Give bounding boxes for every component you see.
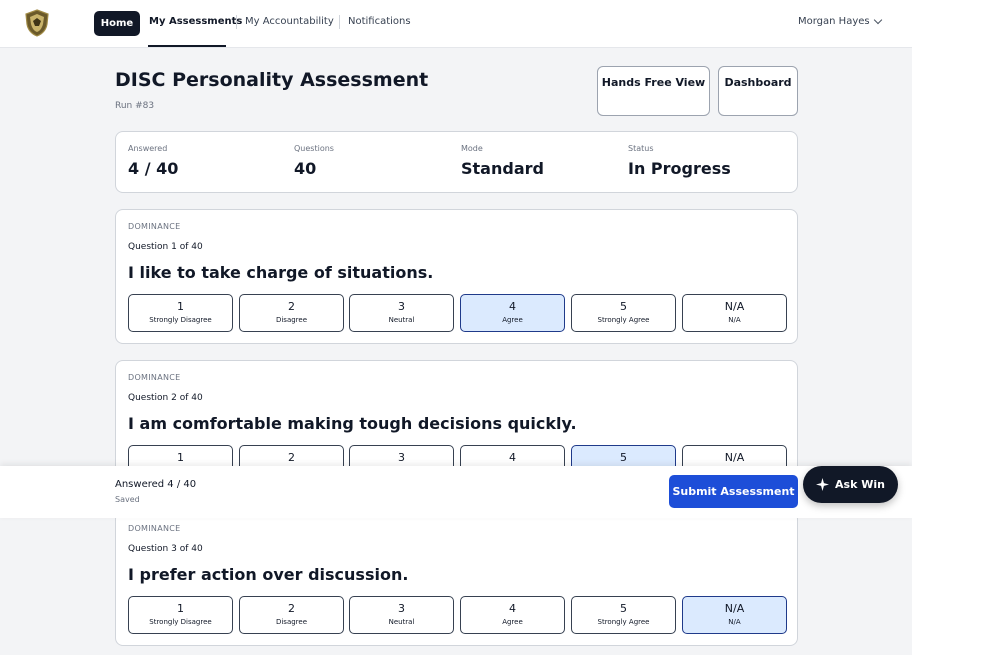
sticky-footer: Answered 4 / 40 Saved Submit Assessment (0, 466, 912, 518)
option-value: 3 (398, 602, 405, 615)
nav-notifications[interactable]: Notifications (348, 16, 411, 27)
option-value: 1 (177, 451, 184, 464)
answer-option-4[interactable]: 4 Agree (460, 294, 565, 332)
right-blank-area (912, 0, 1000, 655)
answer-option-5[interactable]: 5 Strongly Agree (571, 294, 676, 332)
question-text: I am comfortable making tough decisions … (128, 414, 577, 433)
nav-home-button[interactable]: Home (94, 11, 140, 36)
question-text: I prefer action over discussion. (128, 565, 409, 584)
option-value: 5 (620, 300, 627, 313)
option-value: 4 (509, 602, 516, 615)
option-label: Strongly Agree (597, 618, 650, 626)
nav-my-accountability[interactable]: My Accountability (245, 16, 334, 27)
option-label: Neutral (388, 618, 415, 626)
stat-value: 4 / 40 (128, 159, 179, 178)
option-value: 3 (398, 451, 405, 464)
stat-label: Answered (128, 144, 168, 153)
option-value: 2 (288, 602, 295, 615)
answer-option-4[interactable]: 4 Agree (460, 596, 565, 634)
option-value: 1 (177, 602, 184, 615)
option-value: 2 (288, 300, 295, 313)
stat-value: 40 (294, 159, 317, 178)
submit-assessment-button[interactable]: Submit Assessment (669, 475, 798, 508)
answer-options: 1 Strongly Disagree 2 Disagree 3 Neutral 4 Agre… (128, 596, 788, 634)
question-category: DOMINANCE (128, 222, 181, 231)
hands-free-view-button[interactable]: Hands Free View (597, 66, 710, 116)
answer-options: 1 Strongly Disagree 2 Disagree 3 Neutral 4 Agre… (128, 294, 788, 332)
question-category: DOMINANCE (128, 373, 181, 382)
active-tab-underline (148, 45, 226, 47)
answer-option-2[interactable]: 2 Disagree (239, 596, 344, 634)
stat-value: In Progress (628, 159, 731, 178)
ask-win-button[interactable]: Ask Win (803, 466, 898, 503)
question-category: DOMINANCE (128, 524, 181, 533)
stat-questions: Questions 40 (294, 144, 334, 178)
option-label: Neutral (388, 316, 415, 324)
answer-option-3[interactable]: 3 Neutral (349, 596, 454, 634)
ask-win-label: Ask Win (835, 478, 885, 491)
save-status: Saved (115, 495, 140, 504)
app-background: Home My Assessments My Accountability No… (0, 0, 912, 655)
top-navigation: Home My Assessments My Accountability No… (0, 0, 912, 48)
option-value: N/A (724, 451, 745, 464)
stat-label: Questions (294, 144, 334, 153)
sparkle-icon (816, 478, 830, 491)
answer-option-1[interactable]: 1 Strongly Disagree (128, 596, 233, 634)
run-id: Run #83 (115, 101, 155, 111)
stats-card: Answered 4 / 40 Questions 40 Mode Standa… (115, 131, 798, 193)
option-label: Strongly Disagree (149, 316, 212, 324)
question-number: Question 2 of 40 (128, 393, 203, 403)
question-card: DOMINANCE Question 1 of 40 I like to tak… (115, 209, 798, 344)
answer-option-1[interactable]: 1 Strongly Disagree (128, 294, 233, 332)
option-label: Agree (502, 316, 523, 324)
option-label: Disagree (275, 316, 308, 324)
stat-mode: Mode Standard (461, 144, 544, 178)
option-value: 1 (177, 300, 184, 313)
answer-option-5[interactable]: 5 Strongly Agree (571, 596, 676, 634)
option-label: Disagree (275, 618, 308, 626)
question-text: I like to take charge of situations. (128, 263, 434, 282)
option-label: N/A (728, 618, 741, 626)
option-label: Strongly Agree (597, 316, 650, 324)
stat-label: Mode (461, 144, 483, 153)
nav-my-assessments[interactable]: My Assessments (149, 16, 242, 27)
page-title: DISC Personality Assessment (115, 69, 429, 91)
dashboard-button[interactable]: Dashboard (718, 66, 798, 116)
question-number: Question 1 of 40 (128, 242, 203, 252)
user-name: Morgan Hayes (798, 16, 870, 27)
question-card: DOMINANCE Question 3 of 40 I prefer acti… (115, 511, 798, 646)
user-menu[interactable]: Morgan Hayes (798, 15, 882, 27)
option-value: N/A (724, 300, 745, 313)
answer-option-6[interactable]: N/A N/A (682, 294, 787, 332)
stat-answered: Answered 4 / 40 (128, 144, 178, 178)
option-value: 3 (398, 300, 405, 313)
option-label: N/A (728, 316, 741, 324)
nav-divider (236, 15, 237, 29)
option-label: Agree (502, 618, 523, 626)
question-number: Question 3 of 40 (128, 544, 203, 554)
option-value: 4 (509, 300, 516, 313)
stat-status: Status In Progress (628, 144, 731, 178)
footer-answered-count: Answered 4 / 40 (115, 479, 197, 490)
answer-option-2[interactable]: 2 Disagree (239, 294, 344, 332)
option-value: 5 (620, 451, 627, 464)
option-value: 4 (509, 451, 516, 464)
shield-logo-icon[interactable] (24, 9, 50, 37)
stat-value: Standard (461, 159, 544, 178)
answer-option-6[interactable]: N/A N/A (682, 596, 787, 634)
option-value: 2 (288, 451, 295, 464)
chevron-down-icon (873, 15, 882, 25)
nav-divider (339, 15, 340, 29)
option-value: 5 (620, 602, 627, 615)
option-value: N/A (724, 602, 745, 615)
answer-option-3[interactable]: 3 Neutral (349, 294, 454, 332)
stat-label: Status (628, 144, 654, 153)
option-label: Strongly Disagree (149, 618, 212, 626)
